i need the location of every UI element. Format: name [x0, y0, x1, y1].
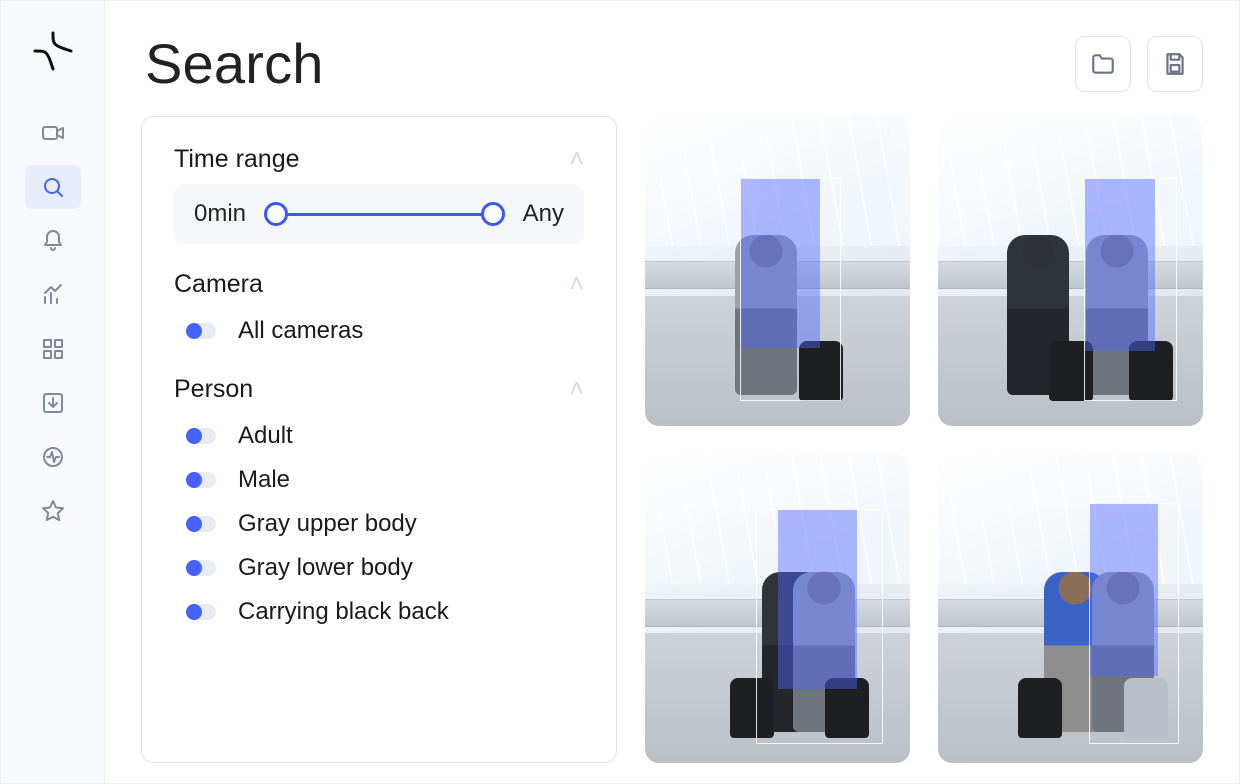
filter-item-camera-all[interactable]: All cameras	[174, 309, 584, 353]
section-title: Person	[174, 375, 253, 404]
slider-handle-min[interactable]	[264, 202, 288, 226]
slider-min-label: 0min	[194, 200, 246, 228]
detection-box	[740, 178, 841, 401]
filter-item-adult[interactable]: Adult	[174, 414, 584, 458]
sidebar-item-favorites[interactable]	[25, 489, 81, 533]
filter-item-upper[interactable]: Gray upper body	[174, 502, 584, 546]
star-icon	[41, 499, 65, 523]
slider-handle-max[interactable]	[481, 202, 505, 226]
time-range-slider[interactable]: 0min Any	[174, 184, 584, 244]
section-camera[interactable]: Camera ˄	[174, 270, 584, 299]
filter-label: Adult	[238, 422, 293, 450]
toggle-on-icon[interactable]	[186, 428, 216, 444]
pulse-icon	[41, 445, 65, 469]
save-button[interactable]	[1147, 36, 1203, 92]
sidebar-item-alerts[interactable]	[25, 219, 81, 263]
filter-item-male[interactable]: Male	[174, 458, 584, 502]
filter-label: Gray lower body	[238, 554, 413, 582]
filter-label: Carrying black back	[238, 598, 449, 626]
sidebar-item-analytics[interactable]	[25, 273, 81, 317]
chevron-up-icon: ˄	[569, 270, 584, 299]
toggle-on-icon[interactable]	[186, 560, 216, 576]
app-logo	[33, 31, 73, 71]
main-area: Search Time range ˄ 0min	[105, 1, 1239, 783]
slider-track[interactable]	[264, 200, 505, 228]
search-icon	[41, 175, 65, 199]
sidebar	[1, 1, 105, 783]
filters-panel: Time range ˄ 0min Any Camera ˄	[141, 116, 617, 763]
toggle-on-icon[interactable]	[186, 472, 216, 488]
result-thumbnail[interactable]	[938, 454, 1203, 764]
detection-box	[756, 509, 883, 744]
save-icon	[1162, 51, 1188, 77]
slider-max-label: Any	[523, 200, 564, 228]
filter-item-lower[interactable]: Gray lower body	[174, 546, 584, 590]
chart-icon	[41, 283, 65, 307]
app-frame: Search Time range ˄ 0min	[0, 0, 1240, 784]
open-folder-button[interactable]	[1075, 36, 1131, 92]
sidebar-item-search[interactable]	[25, 165, 81, 209]
slider-fill	[276, 213, 493, 216]
folder-icon	[1090, 51, 1116, 77]
bell-icon	[41, 229, 65, 253]
filter-label: All cameras	[238, 317, 363, 345]
filter-item-bag[interactable]: Carrying black back	[174, 590, 584, 634]
section-title: Camera	[174, 270, 263, 299]
page-title: Search	[141, 31, 324, 96]
content-row: Time range ˄ 0min Any Camera ˄	[141, 116, 1203, 763]
section-person[interactable]: Person ˄	[174, 375, 584, 404]
detection-box	[1084, 178, 1177, 401]
toggle-on-icon[interactable]	[186, 323, 216, 339]
download-icon	[41, 391, 65, 415]
result-thumbnail[interactable]	[645, 454, 910, 764]
top-actions	[1075, 36, 1203, 92]
toggle-on-icon[interactable]	[186, 516, 216, 532]
results-grid	[645, 116, 1203, 763]
detection-box	[1089, 503, 1179, 744]
grid-icon	[41, 337, 65, 361]
luggage	[1018, 678, 1062, 738]
sidebar-item-grid[interactable]	[25, 327, 81, 371]
result-thumbnail[interactable]	[645, 116, 910, 426]
sidebar-item-activity[interactable]	[25, 435, 81, 479]
chevron-up-icon: ˄	[569, 145, 584, 174]
sidebar-item-download[interactable]	[25, 381, 81, 425]
filter-label: Gray upper body	[238, 510, 417, 538]
topbar: Search	[141, 31, 1203, 96]
result-thumbnail[interactable]	[938, 116, 1203, 426]
sidebar-item-video[interactable]	[25, 111, 81, 155]
section-title: Time range	[174, 145, 300, 174]
logo-mark-icon	[33, 31, 73, 71]
toggle-on-icon[interactable]	[186, 604, 216, 620]
section-time-range[interactable]: Time range ˄	[174, 145, 584, 174]
filter-label: Male	[238, 466, 290, 494]
chevron-up-icon: ˄	[569, 375, 584, 404]
video-icon	[41, 121, 65, 145]
